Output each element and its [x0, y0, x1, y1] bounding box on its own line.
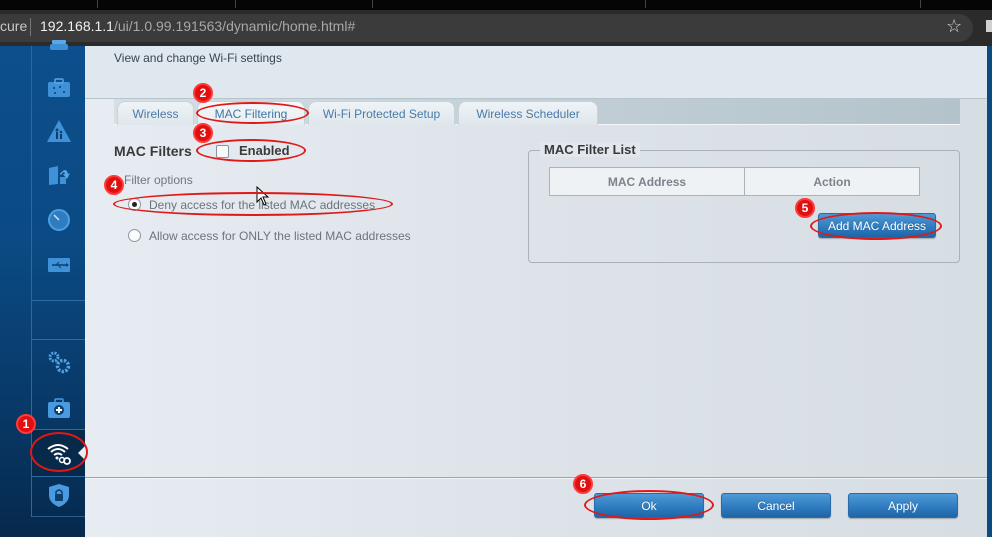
footer-divider-highlight: [85, 478, 987, 479]
tab-separator: [235, 0, 236, 8]
media-prioritization-icon[interactable]: [46, 162, 72, 188]
sidebar-divider: [32, 339, 85, 340]
page-subtitle: View and change Wi-Fi settings: [114, 51, 282, 65]
device-icon[interactable]: [46, 34, 72, 60]
cancel-button[interactable]: Cancel: [721, 493, 831, 518]
tab-separator: [920, 0, 921, 8]
annotation-number: 1: [16, 414, 36, 434]
annotation-circle-ok: [584, 490, 714, 520]
browser-tab-strip: [0, 0, 992, 10]
url-path: /ui/1.0.99.191563/dynamic/home.html#: [113, 18, 356, 34]
filter-options-label: Filter options: [124, 173, 193, 187]
annotation-circle-mac-filtering: [196, 102, 309, 124]
omnibox-separator: [30, 18, 31, 36]
annotation-circle-deny-access: [113, 192, 393, 216]
column-header-mac-address: MAC Address: [607, 174, 687, 189]
parental-controls-icon[interactable]: [46, 118, 72, 144]
annotation-number: 6: [573, 474, 593, 494]
tab-wireless-scheduler[interactable]: Wireless Scheduler: [458, 101, 598, 125]
lock-shield-icon[interactable]: [46, 482, 72, 508]
extension-icon[interactable]: [986, 20, 992, 32]
sidebar-divider: [32, 300, 85, 301]
column-header-action: Action: [744, 168, 919, 195]
mac-filter-list-title: MAC Filter List: [540, 142, 640, 157]
url-field[interactable]: 192.168.1.1/ui/1.0.99.191563/dynamic/hom…: [40, 18, 355, 34]
tab-separator: [372, 0, 373, 8]
annotation-circle-wireless: [30, 432, 88, 472]
mac-filters-label: MAC Filters: [114, 143, 192, 159]
gears-icon[interactable]: [46, 350, 72, 376]
annotation-number: 2: [193, 83, 213, 103]
usb-icon[interactable]: [46, 252, 72, 278]
allow-only-label[interactable]: Allow access for ONLY the listed MAC add…: [149, 229, 411, 243]
tab-wifi-protected-setup[interactable]: Wi-Fi Protected Setup: [308, 101, 455, 125]
security-indicator[interactable]: cure: [0, 18, 27, 34]
sidebar-bottom-line: [32, 516, 85, 517]
annotation-number: 5: [795, 198, 815, 218]
speedometer-icon[interactable]: [46, 207, 72, 233]
guest-network-icon[interactable]: [46, 75, 72, 101]
tab-wireless[interactable]: Wireless: [117, 101, 194, 125]
annotation-number: 4: [104, 175, 124, 195]
annotation-number: 3: [193, 123, 213, 143]
tab-separator: [97, 0, 98, 8]
annotation-circle-add-mac: [810, 212, 942, 240]
allow-only-radio[interactable]: [128, 229, 141, 242]
window-right-edge: [987, 46, 992, 537]
first-aid-kit-icon[interactable]: [46, 395, 72, 421]
tab-separator: [645, 0, 646, 8]
annotation-circle-enabled: [196, 139, 306, 162]
apply-button[interactable]: Apply: [848, 493, 958, 518]
star-icon[interactable]: ☆: [946, 16, 962, 36]
mac-filter-table: MAC Address Action: [549, 167, 920, 196]
url-host: 192.168.1.1: [40, 18, 114, 34]
sidebar-divider: [32, 476, 85, 477]
